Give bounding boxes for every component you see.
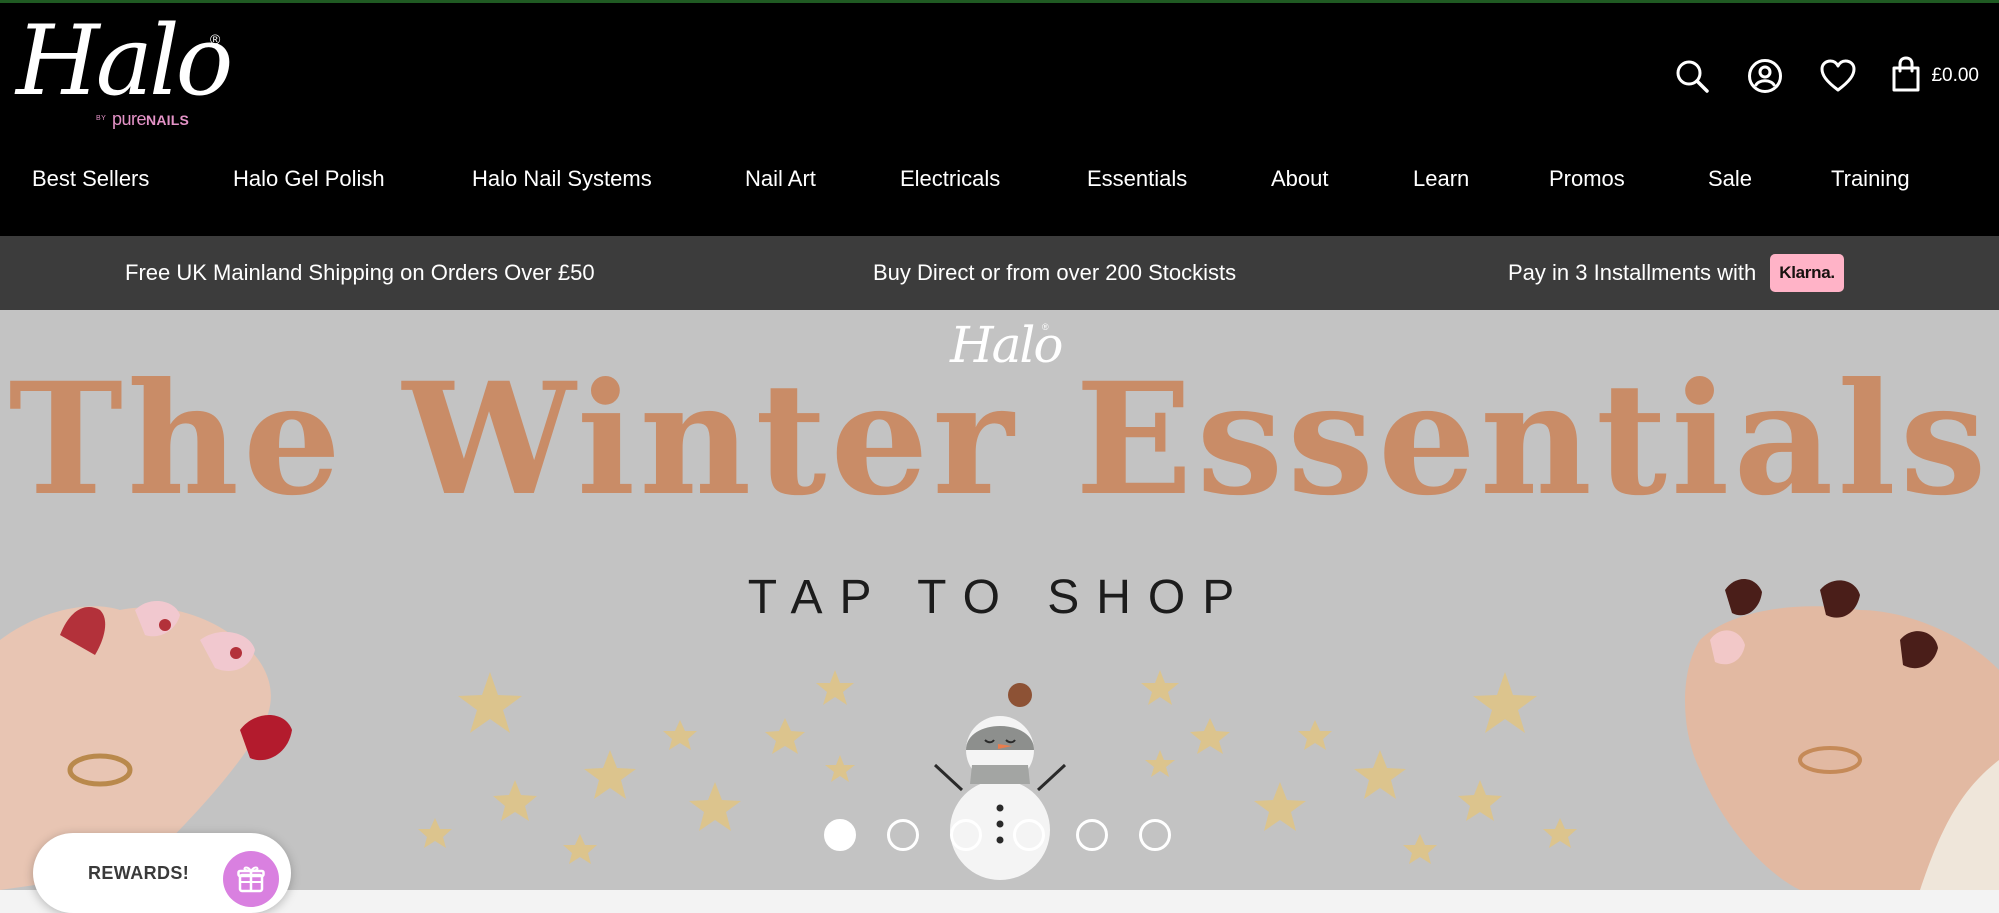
promo-bar: Free UK Mainland Shipping on Orders Over… <box>0 236 1999 310</box>
carousel-dot-1[interactable] <box>824 819 856 851</box>
main-nav: Best Sellers Halo Gel Polish Halo Nail S… <box>0 163 1999 195</box>
hero-logo-registered-mark: ® <box>1042 322 1049 332</box>
rewards-button[interactable]: REWARDS! <box>33 833 291 913</box>
promo-installments: Pay in 3 Installments with Klarna. <box>1508 236 1844 310</box>
logo-by-text: BY <box>96 115 107 122</box>
nav-halo-gel-polish[interactable]: Halo Gel Polish <box>233 166 385 192</box>
logo-purenails-text: pureNAILS <box>112 109 189 130</box>
carousel-dot-5[interactable] <box>1076 819 1108 851</box>
klarna-badge: Klarna. <box>1770 254 1844 292</box>
nav-about[interactable]: About <box>1271 166 1329 192</box>
nav-nail-art[interactable]: Nail Art <box>745 166 816 192</box>
nav-training[interactable]: Training <box>1831 166 1910 192</box>
nav-sale[interactable]: Sale <box>1708 166 1752 192</box>
header-icons: £0.00 <box>1639 51 1979 101</box>
nav-best-sellers[interactable]: Best Sellers <box>32 166 149 192</box>
nav-essentials[interactable]: Essentials <box>1087 166 1187 192</box>
promo-installments-text: Pay in 3 Installments with <box>1508 260 1757 285</box>
heart-icon[interactable] <box>1818 56 1858 96</box>
cart-button[interactable]: £0.00 <box>1891 55 1979 97</box>
search-icon[interactable] <box>1672 56 1712 96</box>
carousel-dots <box>824 819 1202 853</box>
halo-logo[interactable]: Halo ® BY pureNAILS <box>16 5 233 136</box>
carousel-dot-3[interactable] <box>950 819 982 851</box>
logo-nails-text: NAILS <box>146 112 190 128</box>
promo-shipping: Free UK Mainland Shipping on Orders Over… <box>125 260 595 285</box>
logo-registered-mark: ® <box>210 31 221 47</box>
promo-stockists: Buy Direct or from over 200 Stockists <box>873 260 1237 285</box>
nav-promos[interactable]: Promos <box>1549 166 1625 192</box>
bag-icon <box>1891 55 1921 97</box>
site-header: Halo ® BY pureNAILS £0.00 Best Sellers H… <box>0 3 1999 236</box>
cart-amount: £0.00 <box>1931 65 1979 86</box>
carousel-dot-6[interactable] <box>1139 819 1171 851</box>
hero-title: The Winter Essentials <box>8 349 1991 530</box>
right-hand-illustration <box>1685 578 1999 890</box>
hero-banner[interactable]: Halo ® The Winter Essentials TAP TO SHOP <box>0 310 1999 890</box>
page-content-edge <box>0 890 1999 913</box>
account-icon[interactable] <box>1745 56 1785 96</box>
nav-learn[interactable]: Learn <box>1413 166 1469 192</box>
carousel-dot-2[interactable] <box>887 819 919 851</box>
carousel-dot-4[interactable] <box>1013 819 1045 851</box>
logo-pure-text: pure <box>112 109 147 129</box>
gift-icon <box>223 851 279 907</box>
rewards-label: REWARDS! <box>88 862 190 883</box>
hero-cta[interactable]: TAP TO SHOP <box>0 570 1999 625</box>
logo-script-text: Halo <box>16 5 233 117</box>
nav-halo-nail-systems[interactable]: Halo Nail Systems <box>472 166 652 192</box>
nav-electricals[interactable]: Electricals <box>900 166 1000 192</box>
